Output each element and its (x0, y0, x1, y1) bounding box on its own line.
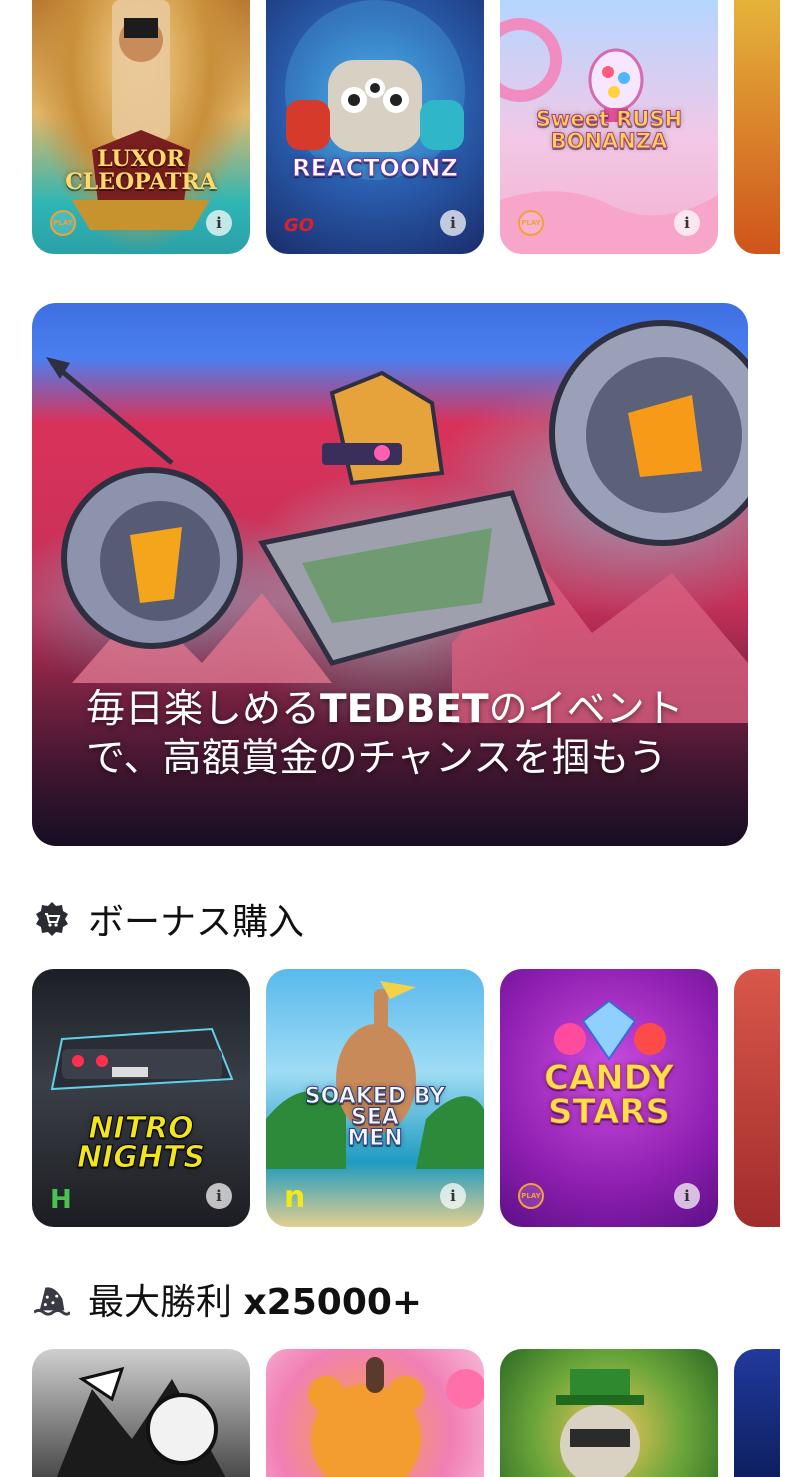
provider-logo: H (50, 1185, 72, 1215)
leprechaun-art (556, 1369, 644, 1477)
info-icon[interactable]: i (440, 210, 466, 236)
provider-logo: PLAY (518, 210, 544, 236)
cat-art (56, 1366, 226, 1477)
game-card-partial[interactable] (734, 969, 780, 1227)
provider-logo: PLAY (50, 210, 76, 236)
info-icon[interactable]: i (206, 1183, 232, 1209)
provider-logo: n (284, 1180, 306, 1215)
banner-headline: 毎日楽しめるTEDBETのイベントで、高額賞金のチャンスを掴もう (86, 685, 708, 783)
game-card-sweet-rush-bonanza[interactable]: Sweet RUSH BONANZA PLAY i (500, 0, 718, 254)
info-icon[interactable]: i (206, 210, 232, 236)
section-title: 最大勝利 x25000+ (88, 1273, 422, 1325)
game-card-luxor-cleopatra[interactable]: LUXOR CLEOPATRA PLAY i (32, 0, 250, 254)
shopping-cart-badge-icon (34, 901, 70, 937)
games-row-top: LUXOR CLEOPATRA PLAY i REACTOONZ GO i Sw… (32, 0, 794, 254)
section-title-prefix: 最大勝利 (88, 1282, 244, 1323)
banner-text-part1: 毎日楽しめる (86, 687, 321, 732)
card-title: REACTOONZ (292, 154, 459, 182)
games-row-max-win (32, 1349, 794, 1477)
game-lobby-page: LUXOR CLEOPATRA PLAY i REACTOONZ GO i Sw… (0, 0, 794, 1477)
section-header-bonus-buy: ボーナス購入 (34, 893, 304, 945)
games-row-bonus-buy: NITRO NIGHTS H i SOAKED BY SEA MEN n i C… (32, 969, 794, 1227)
provider-logo: GO (284, 215, 315, 236)
game-card-partial[interactable] (734, 1349, 780, 1477)
shark-fin-wave-icon (34, 1281, 70, 1317)
card-title: SOAKED BY SEA MEN (304, 1084, 446, 1151)
section-header-max-win: 最大勝利 x25000+ (34, 1273, 422, 1325)
game-card-leprechaun[interactable] (500, 1349, 718, 1477)
game-card-soaked-by-sea-men[interactable]: SOAKED BY SEA MEN n i (266, 969, 484, 1227)
game-card-candy-stars[interactable]: CANDY STARS PLAY i (500, 969, 718, 1227)
bear-art (308, 1357, 484, 1477)
game-card-gummy-bear[interactable] (266, 1349, 484, 1477)
provider-logo: PLAY (518, 1183, 544, 1209)
info-icon[interactable]: i (674, 210, 700, 236)
card-title: LUXOR CLEOPATRA (65, 146, 217, 196)
game-card-partial[interactable] (734, 0, 780, 254)
game-card-cartoon-cat[interactable] (32, 1349, 250, 1477)
section-title-value: x25000+ (243, 1282, 423, 1323)
promo-banner[interactable]: 毎日楽しめるTEDBETのイベントで、高額賞金のチャンスを掴もう (32, 303, 748, 846)
card-title: NITRO NIGHTS (76, 1111, 206, 1175)
card-title: Sweet RUSH BONANZA (535, 107, 683, 154)
game-card-nitro-nights[interactable]: NITRO NIGHTS H i (32, 969, 250, 1227)
game-card-reactoonz[interactable]: REACTOONZ GO i (266, 0, 484, 254)
card-title: CANDY STARS (543, 1058, 675, 1132)
section-title: ボーナス購入 (88, 902, 305, 943)
info-icon[interactable]: i (674, 1183, 700, 1209)
banner-brand: TEDBET (320, 687, 489, 732)
info-icon[interactable]: i (440, 1183, 466, 1209)
